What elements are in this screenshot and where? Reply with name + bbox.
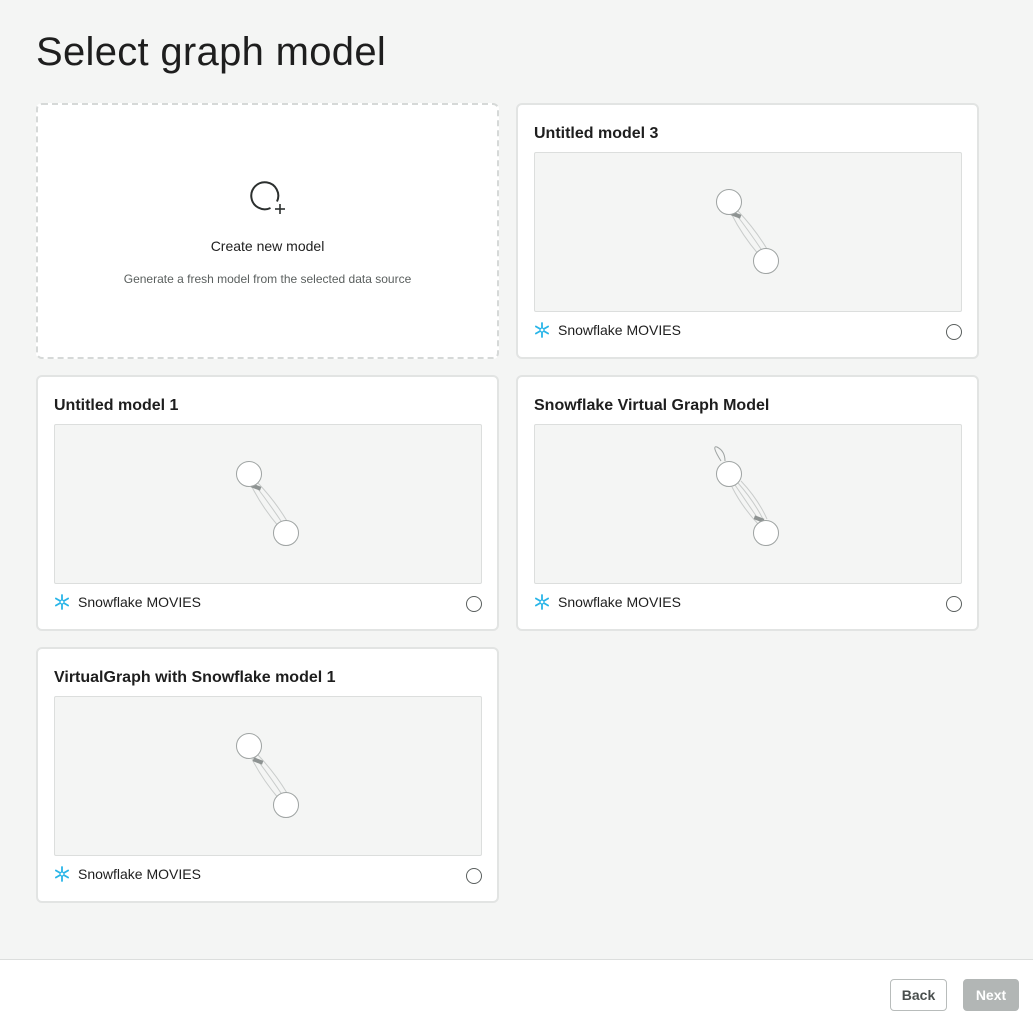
- select-model-radio[interactable]: [946, 596, 962, 612]
- snowflake-icon: [534, 594, 550, 610]
- data-source-label: Snowflake MOVIES: [78, 866, 201, 882]
- model-card[interactable]: Snowflake Virtual Graph Model Snowflake …: [516, 375, 979, 631]
- select-model-radio[interactable]: [466, 868, 482, 884]
- graph-preview: [534, 424, 962, 584]
- graph-preview: [534, 152, 962, 312]
- create-new-model-card[interactable]: Create new model Generate a fresh model …: [36, 103, 499, 359]
- data-source: Snowflake MOVIES: [54, 866, 201, 882]
- select-model-radio[interactable]: [946, 324, 962, 340]
- graph-preview: [54, 696, 482, 856]
- data-source-label: Snowflake MOVIES: [78, 594, 201, 610]
- page-title: Select graph model: [36, 30, 387, 74]
- snowflake-icon: [534, 322, 550, 338]
- model-card[interactable]: Untitled model 3 Snowflake MOVIES: [516, 103, 979, 359]
- data-source: Snowflake MOVIES: [54, 594, 201, 610]
- create-new-model-title: Create new model: [210, 238, 325, 254]
- model-card[interactable]: VirtualGraph with Snowflake model 1 Snow…: [36, 647, 499, 903]
- back-button[interactable]: Back: [890, 979, 947, 1011]
- footer-bar: Back Next: [0, 959, 1033, 1020]
- model-title: Untitled model 3: [534, 125, 659, 142]
- circle-plus-icon: [250, 181, 285, 214]
- data-source: Snowflake MOVIES: [534, 594, 681, 610]
- model-title: Untitled model 1: [54, 397, 179, 414]
- next-button[interactable]: Next: [963, 979, 1019, 1011]
- data-source-label: Snowflake MOVIES: [558, 594, 681, 610]
- snowflake-icon: [54, 594, 70, 610]
- create-new-model-description: Generate a fresh model from the selected…: [123, 272, 412, 286]
- model-title: Snowflake Virtual Graph Model: [534, 397, 770, 414]
- graph-preview: [54, 424, 482, 584]
- snowflake-icon: [54, 866, 70, 882]
- data-source: Snowflake MOVIES: [534, 322, 681, 338]
- data-source-label: Snowflake MOVIES: [558, 322, 681, 338]
- select-model-radio[interactable]: [466, 596, 482, 612]
- model-card[interactable]: Untitled model 1 Snowflake MOVIES: [36, 375, 499, 631]
- model-title: VirtualGraph with Snowflake model 1: [54, 669, 336, 686]
